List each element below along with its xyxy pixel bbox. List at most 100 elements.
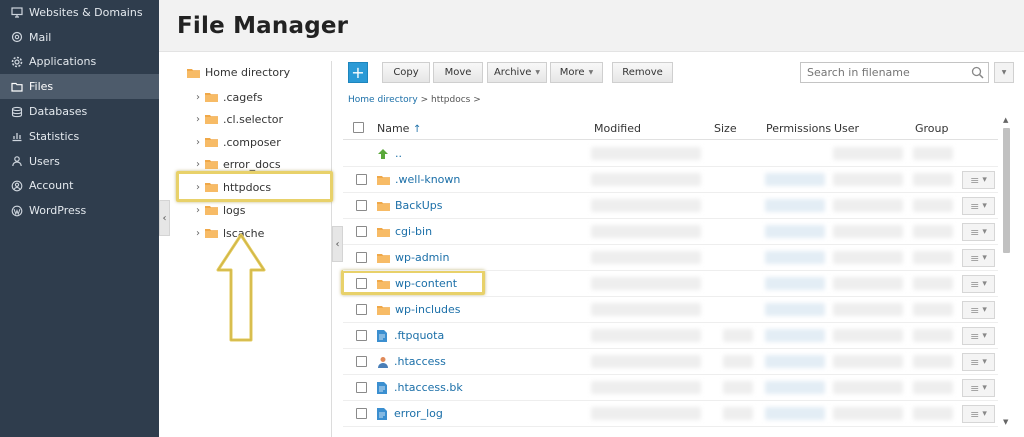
- remove-button[interactable]: Remove: [612, 62, 673, 83]
- table-row[interactable]: wp-admin ≡ ▾: [343, 245, 998, 271]
- tree-item-lscache[interactable]: › lscache: [196, 225, 264, 241]
- sidebar-item-databases[interactable]: Databases: [0, 99, 159, 124]
- move-button[interactable]: Move: [433, 62, 483, 83]
- sidebar-item-applications[interactable]: Applications: [0, 50, 159, 75]
- row-checkbox[interactable]: [356, 382, 367, 393]
- sidebar: Websites & Domains Mail Applications Fil…: [0, 0, 159, 437]
- row-checkbox[interactable]: [356, 278, 367, 289]
- sidebar-item-websites-domains[interactable]: Websites & Domains: [0, 0, 159, 25]
- sidebar-item-users[interactable]: Users: [0, 149, 159, 174]
- search-box[interactable]: [800, 62, 989, 83]
- sidebar-item-label: Websites & Domains: [29, 5, 143, 19]
- scroll-thumb[interactable]: [1003, 128, 1010, 253]
- tree-item-label: logs: [223, 203, 246, 217]
- file-name-link[interactable]: BackUps: [395, 199, 442, 212]
- row-checkbox[interactable]: [356, 200, 367, 211]
- sidebar-item-mail[interactable]: Mail: [0, 25, 159, 50]
- search-icon[interactable]: [971, 66, 984, 79]
- chevron-right-icon[interactable]: ›: [196, 159, 205, 170]
- tree-item-logs[interactable]: › logs: [196, 202, 246, 218]
- chevron-right-icon[interactable]: ›: [196, 205, 205, 216]
- tree-item-httpdocs[interactable]: › httpdocs: [196, 179, 271, 195]
- column-name-header[interactable]: Name ↑: [377, 122, 421, 135]
- column-user-header[interactable]: User: [834, 122, 859, 135]
- sidebar-collapse-button[interactable]: ‹: [159, 200, 170, 236]
- column-group-header[interactable]: Group: [915, 122, 949, 135]
- row-checkbox[interactable]: [356, 408, 367, 419]
- row-actions-button[interactable]: ≡ ▾: [962, 301, 995, 319]
- file-name-link[interactable]: .ftpquota: [394, 329, 444, 342]
- table-row[interactable]: ..: [343, 141, 998, 167]
- table-row[interactable]: .well-known ≡ ▾: [343, 167, 998, 193]
- file-name-link[interactable]: error_log: [394, 407, 443, 420]
- table-row[interactable]: .htaccess ≡ ▾: [343, 349, 998, 375]
- row-actions-button[interactable]: ≡ ▾: [962, 353, 995, 371]
- tree-item-composer[interactable]: › .composer: [196, 134, 281, 150]
- table-scrollbar[interactable]: ▲ ▼: [1001, 116, 1012, 426]
- sidebar-item-wordpress[interactable]: WordPress: [0, 198, 159, 223]
- sidebar-item-files[interactable]: Files: [0, 74, 159, 100]
- table-row[interactable]: wp-content ≡ ▾: [343, 271, 998, 297]
- table-row[interactable]: BackUps ≡ ▾: [343, 193, 998, 219]
- tree-item-cagefs[interactable]: › .cagefs: [196, 89, 263, 105]
- folder-icon: [205, 160, 218, 169]
- search-options-button[interactable]: ▼: [994, 62, 1014, 83]
- row-checkbox[interactable]: [356, 356, 367, 367]
- row-checkbox[interactable]: [356, 174, 367, 185]
- row-actions-button[interactable]: ≡ ▾: [962, 223, 995, 241]
- menu-icon: ≡: [970, 199, 980, 213]
- select-all-checkbox[interactable]: [353, 122, 364, 133]
- row-actions-button[interactable]: ≡ ▾: [962, 327, 995, 345]
- breadcrumb-home-link[interactable]: Home directory: [348, 95, 418, 105]
- file-name-link[interactable]: wp-includes: [395, 303, 461, 316]
- file-name-link[interactable]: wp-content: [395, 277, 457, 290]
- table-row[interactable]: error_log ≡ ▾: [343, 401, 998, 427]
- file-name-link[interactable]: cgi-bin: [395, 225, 432, 238]
- file-name-link[interactable]: .htaccess.bk: [394, 381, 463, 394]
- add-button[interactable]: +: [348, 62, 368, 83]
- table-row[interactable]: .ftpquota ≡ ▾: [343, 323, 998, 349]
- row-actions-button[interactable]: ≡ ▾: [962, 275, 995, 293]
- column-size-header[interactable]: Size: [714, 122, 737, 135]
- chevron-right-icon[interactable]: ›: [196, 228, 205, 239]
- scroll-up-icon[interactable]: ▲: [1003, 116, 1008, 124]
- file-name-link[interactable]: .htaccess: [394, 355, 446, 368]
- table-header: Name ↑ Modified Size Permissions User Gr…: [343, 116, 998, 140]
- copy-button[interactable]: Copy: [382, 62, 430, 83]
- row-checkbox[interactable]: [356, 330, 367, 341]
- row-actions-button[interactable]: ≡ ▾: [962, 249, 995, 267]
- table-row[interactable]: cgi-bin ≡ ▾: [343, 219, 998, 245]
- table-row[interactable]: wp-includes ≡ ▾: [343, 297, 998, 323]
- column-permissions-header[interactable]: Permissions: [766, 122, 831, 135]
- file-name-link[interactable]: .well-known: [395, 173, 460, 186]
- row-actions-button[interactable]: ≡ ▾: [962, 171, 995, 189]
- tree-item-error-docs[interactable]: › error_docs: [196, 156, 281, 172]
- more-button[interactable]: More ▼: [550, 62, 603, 83]
- chevron-right-icon[interactable]: ›: [196, 137, 205, 148]
- chevron-right-icon[interactable]: ›: [196, 92, 205, 103]
- tree-collapse-button[interactable]: ‹: [332, 226, 343, 262]
- sidebar-item-label: Databases: [29, 105, 88, 119]
- tree-root-home[interactable]: Home directory: [187, 66, 290, 79]
- row-actions-button[interactable]: ≡ ▾: [962, 379, 995, 397]
- row-checkbox[interactable]: [356, 226, 367, 237]
- search-input[interactable]: [807, 66, 967, 79]
- row-checkbox[interactable]: [356, 304, 367, 315]
- scroll-down-icon[interactable]: ▼: [1003, 418, 1008, 426]
- column-modified-header[interactable]: Modified: [594, 122, 641, 135]
- user-value: [833, 329, 903, 342]
- sidebar-item-account[interactable]: Account: [0, 174, 159, 199]
- table-row[interactable]: .htaccess.bk ≡ ▾: [343, 375, 998, 401]
- tree-item-cl-selector[interactable]: › .cl.selector: [196, 111, 283, 127]
- file-name-link[interactable]: wp-admin: [395, 251, 449, 264]
- sidebar-item-statistics[interactable]: Statistics: [0, 124, 159, 149]
- row-checkbox[interactable]: [356, 252, 367, 263]
- row-actions-button[interactable]: ≡ ▾: [962, 197, 995, 215]
- file-name-link[interactable]: ..: [395, 147, 402, 160]
- folder-icon: [187, 68, 200, 78]
- chevron-right-icon[interactable]: ›: [196, 114, 205, 125]
- chevron-right-icon[interactable]: ›: [196, 182, 205, 193]
- archive-button[interactable]: Archive ▼: [487, 62, 547, 83]
- user-value: [833, 251, 903, 264]
- row-actions-button[interactable]: ≡ ▾: [962, 405, 995, 423]
